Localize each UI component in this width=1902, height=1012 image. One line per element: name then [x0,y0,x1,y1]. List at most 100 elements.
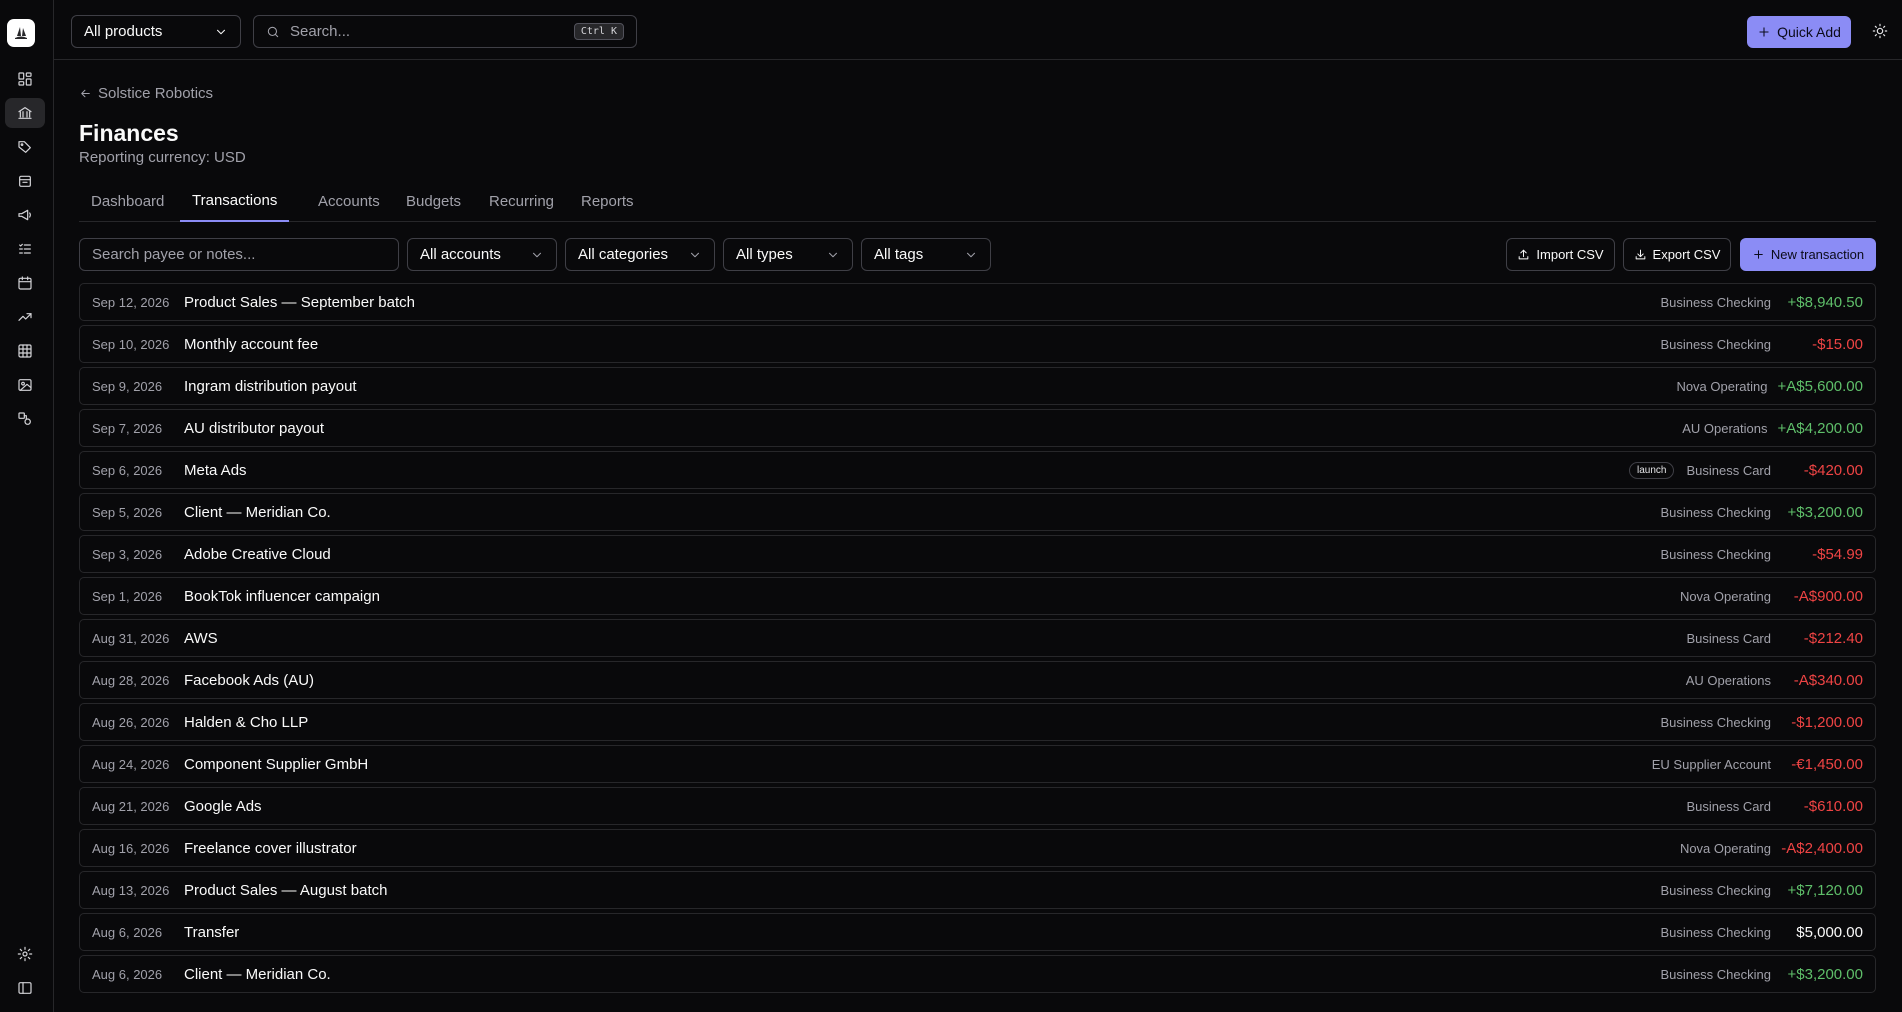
transaction-amount: -A$900.00 [1793,587,1863,605]
tab-reports[interactable]: Reports [569,180,646,222]
transaction-date: Aug 16, 2026 [92,840,170,856]
app-logo[interactable] [7,19,35,47]
transaction-payee: Client — Meridian Co. [184,503,331,521]
payee-search-input[interactable]: Search payee or notes... [79,238,399,271]
chevron-down-icon [532,252,542,257]
transaction-row[interactable]: Sep 5, 2026 Client — Meridian Co. Business… [79,493,1876,531]
transaction-row[interactable]: Aug 31, 2026 AWS Business Card -$212.40 [79,619,1876,657]
quick-add-button[interactable]: Quick Add [1747,16,1851,48]
sidebar-item-calendar[interactable] [5,268,45,298]
accounts-filter-value: All accounts [420,246,501,263]
sidebar-item-dashboard[interactable] [5,64,45,94]
transaction-account: Business Checking [1660,966,1771,982]
transaction-row[interactable]: Sep 1, 2026 BookTok influencer campaign No… [79,577,1876,615]
transaction-row[interactable]: Sep 6, 2026 Meta Ads launch Business Card -$… [79,451,1876,489]
transaction-meta: Business Checking -$54.99 [1660,546,1863,563]
transaction-date: Sep 10, 2026 [92,336,170,352]
sidebar-item-media[interactable] [5,370,45,400]
transaction-date: Sep 1, 2026 [92,588,163,604]
types-filter[interactable]: All types [723,238,853,271]
transaction-account: Nova Operating [1679,840,1771,856]
transaction-date: Sep 3, 2026 [92,546,163,562]
transaction-meta: EU Supplier Account -€1,450.00 [1652,756,1863,773]
transaction-amount: -A$340.00 [1793,671,1863,689]
transaction-payee: Freelance cover illustrator [184,839,357,857]
transaction-payee: Client — Meridian Co. [184,965,331,983]
transaction-row[interactable]: Sep 10, 2026 Monthly account fee Business … [79,325,1876,363]
product-select[interactable]: All products [71,15,241,48]
transaction-payee: Google Ads [184,797,262,815]
sidebar-item-tags[interactable] [5,132,45,162]
payee-search-placeholder: Search payee or notes... [92,246,256,263]
sidebar-item-collapse[interactable] [5,973,45,1003]
image-icon [18,379,32,391]
transaction-amount: +$8,940.50 [1787,293,1864,311]
transaction-amount: -A$2,400.00 [1781,839,1863,857]
bank-icon [18,107,32,119]
sidebar-item-marketing[interactable] [5,200,45,230]
trending-up-icon [18,313,32,321]
import-csv-button[interactable]: Import CSV [1506,238,1615,271]
transaction-meta: Nova Operating -A$2,400.00 [1680,840,1863,857]
tab-transactions[interactable]: Transactions [180,180,290,222]
tags-filter[interactable]: All tags [861,238,991,271]
dashboard-icon [18,72,32,86]
transaction-amount: +$7,120.00 [1787,881,1864,899]
transaction-date: Sep 6, 2026 [92,462,163,478]
transaction-row[interactable]: Sep 9, 2026 Ingram distribution payout Nov… [79,367,1876,405]
transaction-account: AU Operations [1682,420,1768,436]
tab-budgets[interactable]: Budgets [394,180,473,222]
sidebar-item-grid[interactable] [5,336,45,366]
tags-filter-value: All tags [874,246,924,263]
tab-dashboard[interactable]: Dashboard [79,180,176,222]
transaction-date: Sep 12, 2026 [92,294,170,310]
transaction-row[interactable]: Sep 3, 2026 Adobe Creative Cloud Business … [79,535,1876,573]
sidebar-item-settings[interactable] [5,939,45,969]
transaction-account: Business Checking [1660,294,1771,310]
theme-toggle-button[interactable] [1870,21,1890,41]
transaction-row[interactable]: Aug 16, 2026 Freelance cover illustrator N… [79,829,1876,867]
transaction-payee: Meta Ads [184,461,247,479]
transaction-payee: BookTok influencer campaign [184,587,380,605]
tag-icon [18,141,31,153]
sidebar-item-tasks[interactable] [5,234,45,264]
transaction-payee: Adobe Creative Cloud [184,545,331,563]
transaction-account: Nova Operating [1679,588,1771,604]
transaction-row[interactable]: Aug 21, 2026 Google Ads Business Card -$610… [79,787,1876,825]
transaction-row[interactable]: Aug 24, 2026 Component Supplier GmbH EU Su… [79,745,1876,783]
export-csv-button[interactable]: Export CSV [1623,238,1731,271]
transaction-account: EU Supplier Account [1651,756,1771,772]
sidebar-item-products[interactable] [5,166,45,196]
tab-accounts[interactable]: Accounts [306,180,392,222]
transaction-meta: Business Checking +$3,200.00 [1660,966,1863,983]
transaction-meta: AU Operations +A$4,200.00 [1682,420,1863,437]
transaction-payee: AWS [184,629,218,647]
quick-add-label: Quick Add [1777,24,1841,40]
transaction-row[interactable]: Aug 6, 2026 Transfer Business Checking $5,0… [79,913,1876,951]
tab-recurring[interactable]: Recurring [477,180,566,222]
transaction-date: Aug 31, 2026 [92,630,170,646]
categories-filter[interactable]: All categories [565,238,715,271]
back-link[interactable]: Solstice Robotics [79,85,213,102]
transaction-payee: Component Supplier GmbH [184,755,369,773]
sidebar-item-integrations[interactable] [5,404,45,434]
product-select-value: All products [84,23,163,40]
transaction-row[interactable]: Aug 6, 2026 Client — Meridian Co. Business… [79,955,1876,993]
global-search-input[interactable]: Search... Ctrl K [253,15,637,48]
sidebar-item-analytics[interactable] [5,302,45,332]
new-transaction-button[interactable]: New transaction [1740,238,1876,271]
categories-filter-value: All categories [578,246,669,263]
transaction-row[interactable]: Aug 13, 2026 Product Sales — August batch… [79,871,1876,909]
transaction-meta: Business Checking -$1,200.00 [1660,714,1863,731]
transaction-meta: Business Checking +$8,940.50 [1660,294,1863,311]
transaction-row[interactable]: Sep 7, 2026 AU distributor payout AU Opera… [79,409,1876,447]
transaction-row[interactable]: Aug 26, 2026 Halden & Cho LLP Business Che… [79,703,1876,741]
transaction-amount: -$15.00 [1812,335,1863,353]
accounts-filter[interactable]: All accounts [407,238,557,271]
transaction-row[interactable]: Aug 28, 2026 Facebook Ads (AU) AU Operatio… [79,661,1876,699]
app: All products Search... Ctrl K Quick Add … [0,0,1902,1012]
sidebar-item-finances[interactable] [5,98,45,128]
sidebar [0,0,54,1012]
sidebar-toggle-icon [18,982,32,994]
transaction-row[interactable]: Sep 12, 2026 Product Sales — September ba… [79,283,1876,321]
